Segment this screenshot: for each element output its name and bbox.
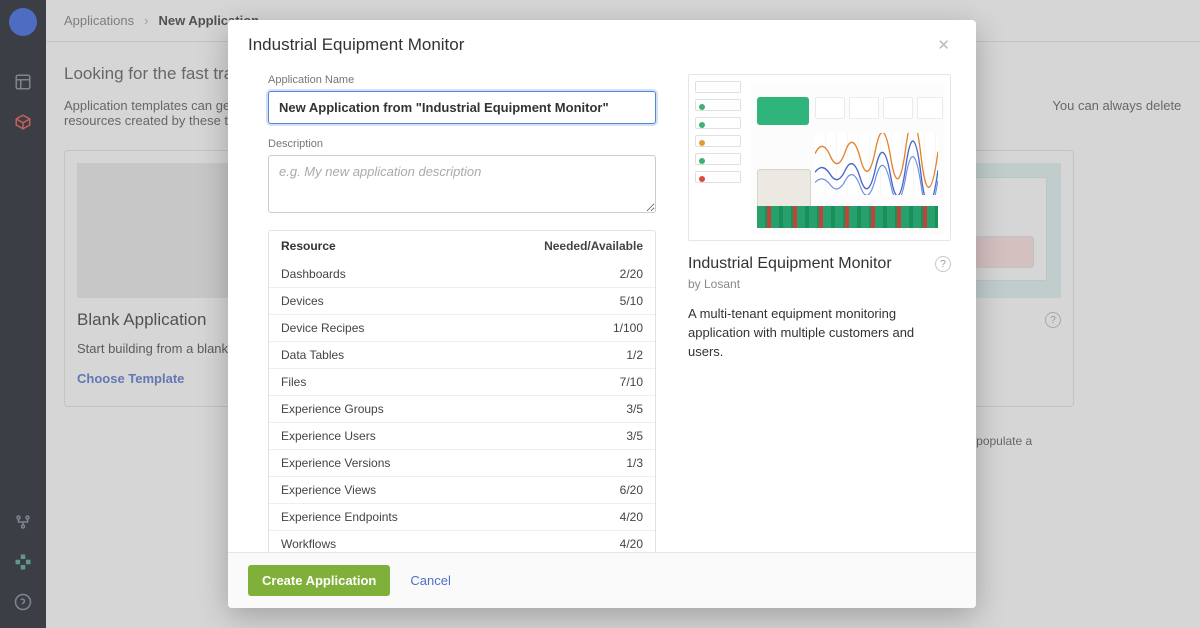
- resource-label: Experience Users: [281, 429, 376, 443]
- resource-label: Files: [281, 375, 306, 389]
- create-application-button[interactable]: Create Application: [248, 565, 390, 596]
- cancel-button[interactable]: Cancel: [410, 573, 450, 588]
- table-row: Experience Views 6/20: [269, 476, 655, 503]
- preview-author: by Losant: [688, 277, 956, 291]
- table-row: Devices 5/10: [269, 287, 655, 314]
- resource-label: Experience Endpoints: [281, 510, 398, 524]
- table-row: Experience Versions 1/3: [269, 449, 655, 476]
- help-circle-icon[interactable]: ?: [935, 256, 951, 272]
- resource-value: 6/20: [620, 483, 643, 497]
- table-row: Workflows 4/20: [269, 530, 655, 552]
- resource-value: 3/5: [626, 402, 643, 416]
- description-label: Description: [268, 138, 656, 150]
- resource-label: Devices: [281, 294, 324, 308]
- resource-label: Experience Groups: [281, 402, 384, 416]
- resource-label: Experience Views: [281, 483, 376, 497]
- table-row: Device Recipes 1/100: [269, 314, 655, 341]
- resource-value: 1/3: [626, 456, 643, 470]
- preview-title: Industrial Equipment Monitor: [688, 255, 892, 273]
- description-input[interactable]: [268, 155, 656, 213]
- app-name-input[interactable]: [268, 91, 656, 124]
- resource-label: Device Recipes: [281, 321, 364, 335]
- close-icon[interactable]: ✕: [931, 34, 956, 56]
- resource-value: 4/20: [620, 510, 643, 524]
- resource-value: 1/100: [613, 321, 643, 335]
- table-row: Experience Users 3/5: [269, 422, 655, 449]
- resource-label: Dashboards: [281, 267, 346, 281]
- app-name-label: Application Name: [268, 74, 656, 86]
- resource-table: Resource Needed/Available Dashboards 2/20…: [268, 230, 656, 552]
- resource-label: Workflows: [281, 537, 336, 551]
- resource-value: 7/10: [620, 375, 643, 389]
- resource-value: 1/2: [626, 348, 643, 362]
- table-row: Files 7/10: [269, 368, 655, 395]
- resource-value: 3/5: [626, 429, 643, 443]
- col-resource: Resource: [281, 239, 336, 253]
- resource-value: 2/20: [620, 267, 643, 281]
- template-preview-image: [688, 74, 951, 241]
- table-row: Experience Groups 3/5: [269, 395, 655, 422]
- resource-label: Experience Versions: [281, 456, 390, 470]
- table-row: Dashboards 2/20: [269, 261, 655, 287]
- table-row: Experience Endpoints 4/20: [269, 503, 655, 530]
- create-application-modal: Industrial Equipment Monitor ✕ Applicati…: [228, 20, 976, 608]
- table-row: Data Tables 1/2: [269, 341, 655, 368]
- resource-label: Data Tables: [281, 348, 344, 362]
- table-header-row: Resource Needed/Available: [269, 231, 655, 261]
- resource-value: 5/10: [620, 294, 643, 308]
- modal-title: Industrial Equipment Monitor: [248, 35, 464, 55]
- preview-description: A multi-tenant equipment monitoring appl…: [688, 305, 948, 362]
- resource-value: 4/20: [620, 537, 643, 551]
- col-needed: Needed/Available: [544, 239, 643, 253]
